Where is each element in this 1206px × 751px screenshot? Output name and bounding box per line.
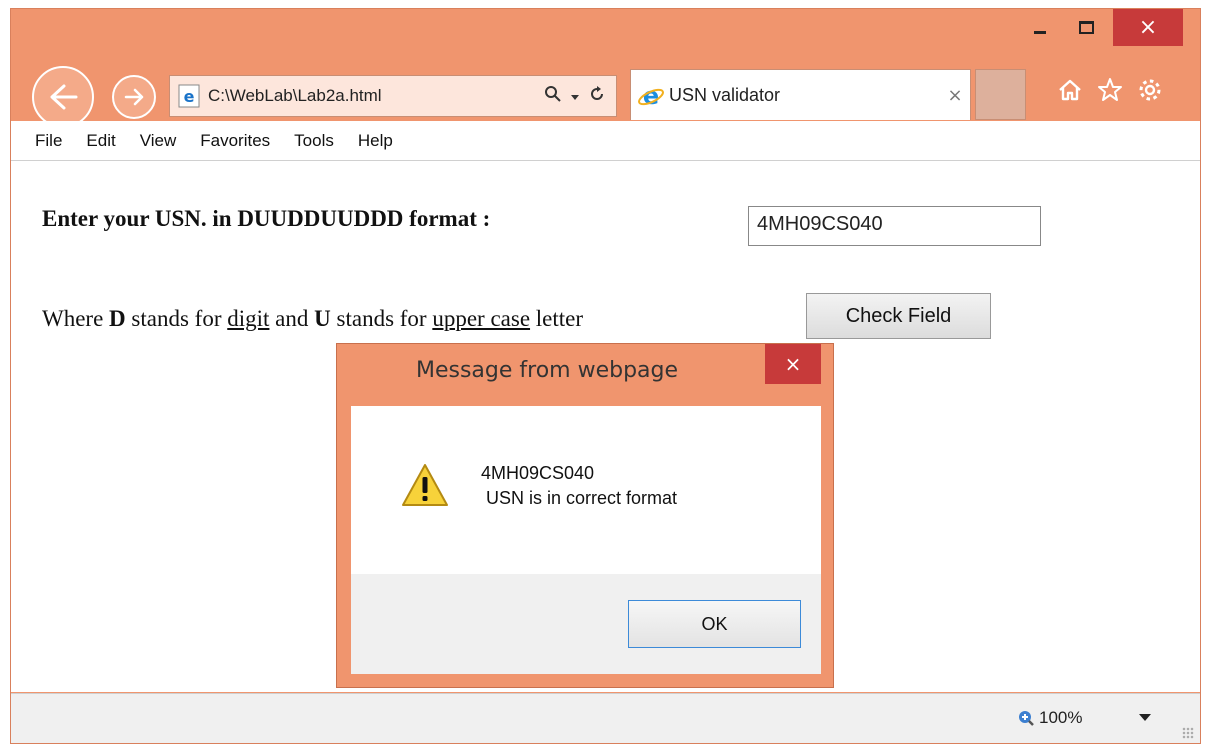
ok-button[interactable]: OK xyxy=(628,600,801,648)
address-bar[interactable]: e C:\WebLab\Lab2a.html xyxy=(169,75,617,117)
dialog-footer: OK xyxy=(351,574,821,674)
back-button[interactable] xyxy=(32,66,94,128)
forward-arrow-icon xyxy=(124,88,144,106)
menu-tools[interactable]: Tools xyxy=(294,131,334,151)
svg-text:e: e xyxy=(643,82,659,110)
ie-logo-icon: e xyxy=(637,82,664,110)
favorites-star-icon[interactable] xyxy=(1095,75,1125,105)
svg-text:e: e xyxy=(184,87,195,106)
menu-help[interactable]: Help xyxy=(358,131,393,151)
tab-usn-validator[interactable]: e USN validator × xyxy=(630,69,971,120)
page-icon: e xyxy=(176,83,202,109)
dialog-body: 4MH09CS040 USN is in correct format xyxy=(351,406,821,574)
zoom-icon xyxy=(1019,711,1034,726)
refresh-icon[interactable] xyxy=(588,85,606,107)
address-url[interactable]: C:\WebLab\Lab2a.html xyxy=(208,86,544,106)
dropdown-chevron-icon[interactable] xyxy=(570,87,580,106)
zoom-control[interactable]: 100% xyxy=(1017,708,1082,728)
warning-icon xyxy=(402,464,448,506)
zoom-dropdown-icon[interactable] xyxy=(1139,714,1151,721)
dialog-message: 4MH09CS040 USN is in correct format xyxy=(481,463,678,508)
search-icon[interactable] xyxy=(544,85,562,107)
tab-title: USN validator xyxy=(669,84,781,105)
usn-input[interactable]: 4MH09CS040 xyxy=(748,206,1041,246)
zoom-level: 100% xyxy=(1039,708,1083,727)
forward-button[interactable] xyxy=(112,75,156,119)
window-close-button[interactable]: × xyxy=(1113,9,1183,46)
format-hint: Where D stands for digit and U stands fo… xyxy=(42,306,584,331)
back-arrow-icon xyxy=(50,84,78,110)
gear-icon[interactable] xyxy=(1135,75,1165,105)
menu-file[interactable]: File xyxy=(35,131,62,151)
tab-close-icon[interactable]: × xyxy=(940,85,970,106)
minimize-icon xyxy=(1034,31,1046,34)
menu-view[interactable]: View xyxy=(140,131,177,151)
dialog-title: Message from webpage xyxy=(415,358,679,383)
maximize-button[interactable] xyxy=(1063,9,1109,46)
menu-favorites[interactable]: Favorites xyxy=(200,131,270,151)
status-bar: 100% xyxy=(11,693,1200,743)
new-tab-button[interactable] xyxy=(975,69,1026,120)
message-dialog: Message from webpage × 4MH09CS040 USN is… xyxy=(336,343,834,688)
minimize-button[interactable] xyxy=(1017,9,1063,46)
home-icon[interactable] xyxy=(1055,75,1085,105)
menu-edit[interactable]: Edit xyxy=(86,131,115,151)
dialog-close-button[interactable]: × xyxy=(765,344,821,384)
check-field-button[interactable]: Check Field xyxy=(806,293,991,339)
menu-bar: File Edit View Favorites Tools Help xyxy=(11,121,1200,161)
maximize-icon xyxy=(1078,21,1094,34)
resize-grip-icon[interactable] xyxy=(1182,727,1194,739)
usn-prompt-label: Enter your USN. in DUUDDUUDDD format : xyxy=(42,206,491,231)
